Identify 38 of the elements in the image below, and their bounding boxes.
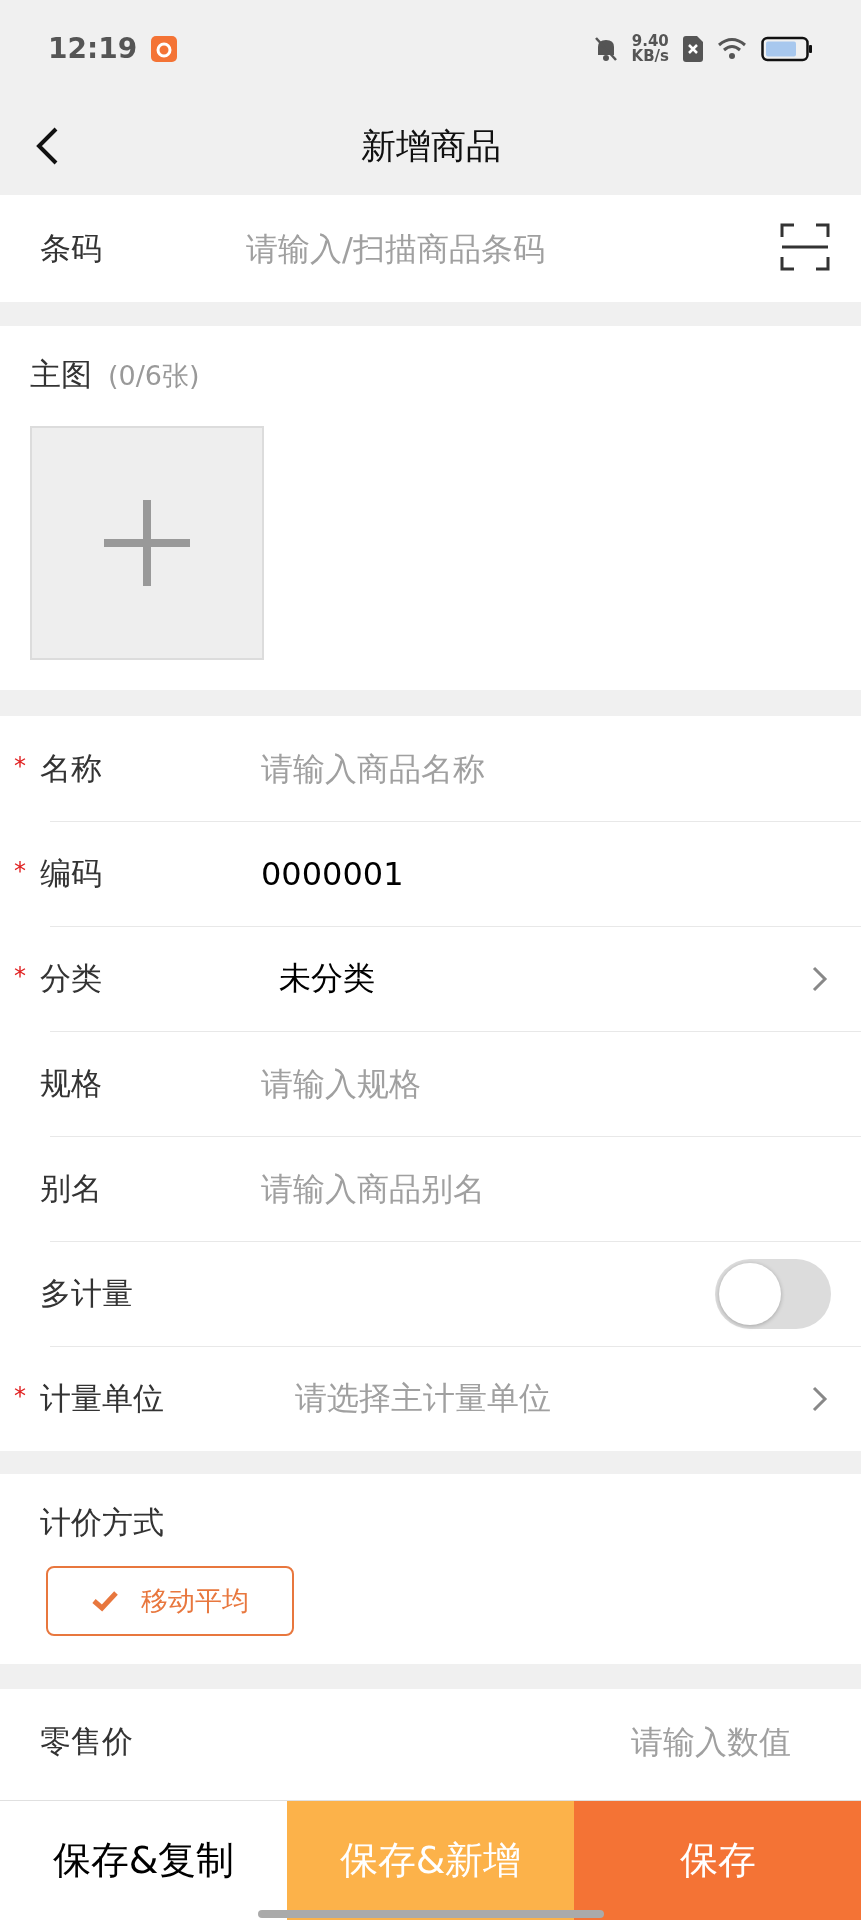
required-mark: * — [14, 752, 26, 780]
field-label: 别名 — [40, 1169, 103, 1208]
plus-icon — [104, 500, 190, 586]
bell-off-icon — [593, 35, 618, 62]
field-label: 分类 — [40, 959, 103, 998]
text-field[interactable]: 请输入商品名称 — [261, 749, 831, 788]
price-field[interactable]: 请输入数值 — [133, 1722, 791, 1761]
text-field[interactable]: 请输入商品别名 — [261, 1170, 831, 1208]
wifi-icon — [717, 36, 747, 61]
required-mark: * — [14, 857, 26, 885]
required-mark: * — [14, 1382, 26, 1410]
action-button[interactable]: 保存 — [574, 1801, 861, 1920]
sim-icon — [683, 35, 703, 62]
text-field[interactable]: 请输入规格 — [261, 1065, 831, 1103]
pricing-option[interactable]: 移动平均 — [46, 1566, 294, 1636]
field-label: 零售价 — [40, 1721, 133, 1761]
select-field[interactable]: 请选择主计量单位 — [261, 1377, 809, 1421]
field-label: 多计量 — [40, 1274, 134, 1313]
field-label: 编码 — [40, 854, 103, 893]
action-button[interactable]: 保存&新增 — [287, 1801, 574, 1920]
field-label: 规格 — [40, 1064, 103, 1103]
section-label: 计价方式 — [40, 1503, 165, 1542]
status-time: 12:19 — [48, 32, 138, 65]
text-field[interactable]: 0000001 — [261, 855, 831, 893]
field-label: 名称 — [40, 748, 103, 788]
image-count: (0/6张) — [108, 359, 200, 393]
field-label: 计量单位 — [40, 1379, 165, 1418]
field-label: 条码 — [40, 228, 103, 268]
battery-icon — [761, 35, 813, 62]
select-field[interactable]: 未分类 — [261, 957, 809, 1001]
required-mark: * — [14, 962, 26, 990]
page-title: 新增商品 — [360, 124, 501, 168]
app-icon — [151, 35, 178, 62]
section-label: 主图 — [30, 355, 92, 394]
barcode-field[interactable]: 请输入/扫描商品条码 — [246, 229, 779, 268]
network-speed: 9.40 KB/s — [631, 33, 669, 64]
check-icon — [91, 1590, 119, 1612]
back-icon — [34, 126, 60, 166]
